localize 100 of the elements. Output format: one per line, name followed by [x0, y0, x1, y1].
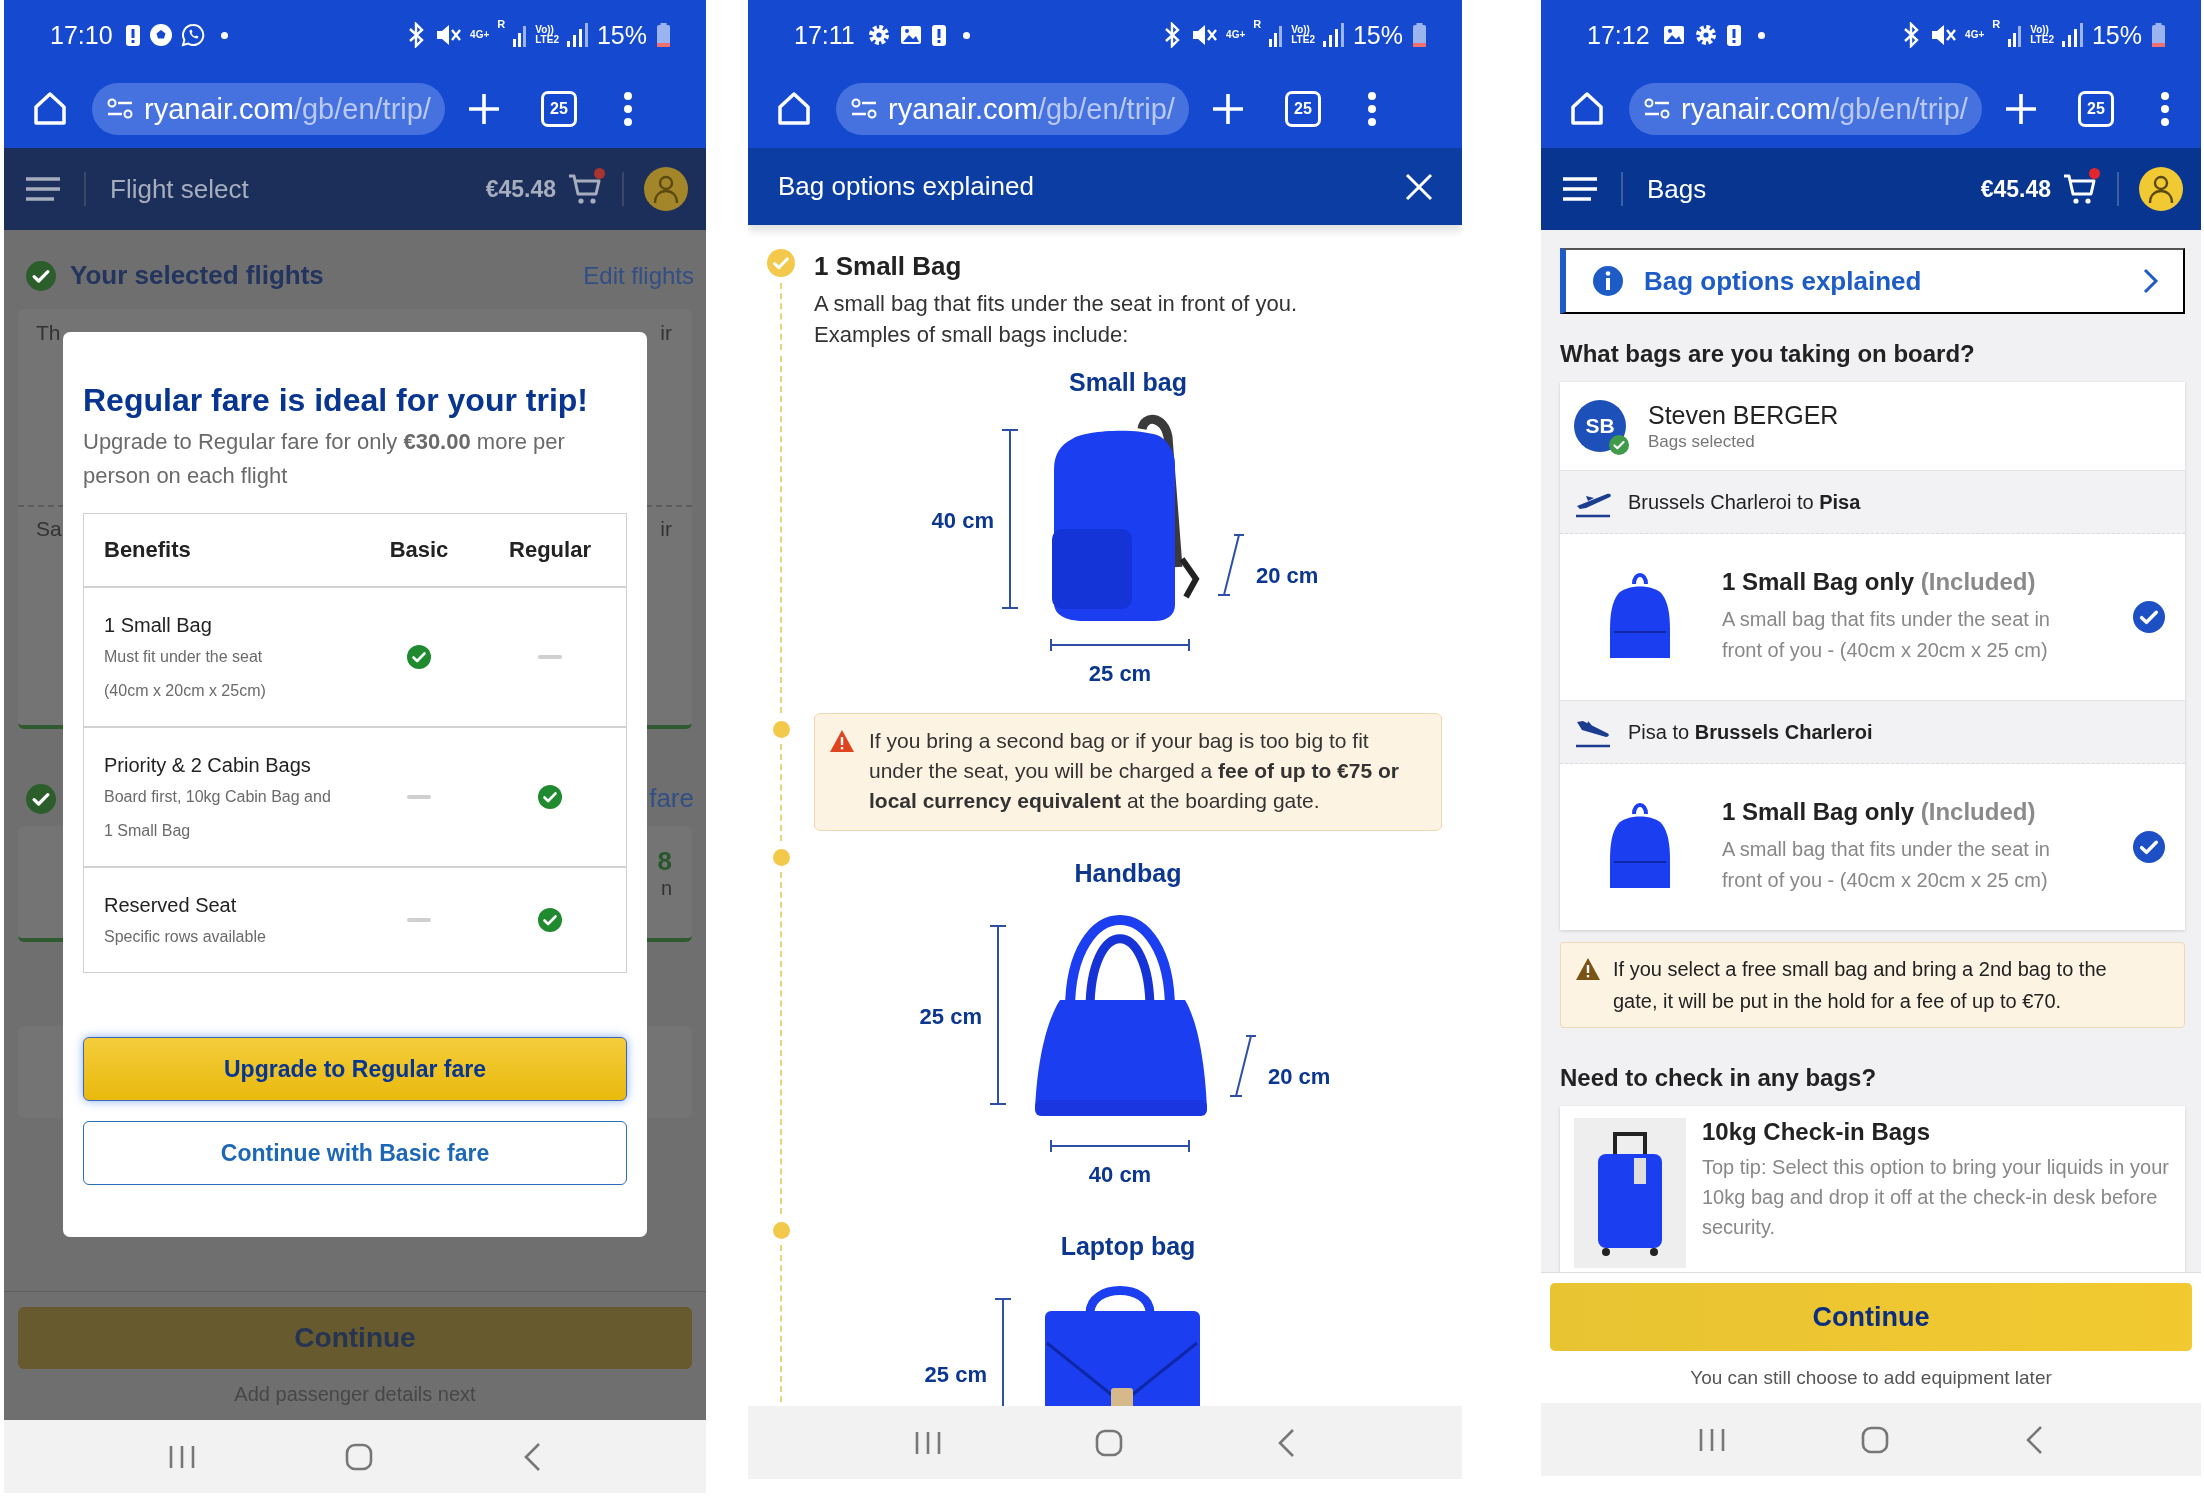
checkin-bag-card[interactable]: 10kg Check-in Bags Top tip: Select this option to bring your liquids in your 10kg bag and drop it off at the check-in desk before security. — [1560, 1106, 2185, 1272]
network-type: 4G+ — [470, 30, 490, 40]
battery-alert-icon — [930, 23, 947, 47]
tab-count[interactable]: 25 — [1284, 91, 1321, 127]
section-title: 1 Small Bag — [814, 251, 963, 282]
roaming-label: R — [1253, 18, 1262, 30]
address-bar[interactable]: ryanair.com/gb/en/trip/ — [836, 83, 1189, 135]
menu-icon[interactable] — [2159, 92, 2170, 126]
signal-icon — [566, 23, 589, 47]
timeline-dot — [772, 849, 790, 866]
fare-price-text: 8 — [657, 846, 672, 877]
plus-icon[interactable] — [2003, 92, 2038, 126]
dimension-line — [1228, 1034, 1258, 1098]
gear-icon — [866, 23, 891, 47]
page-title: Bags — [1647, 173, 1707, 205]
continue-button[interactable]: Continue — [1550, 1283, 2192, 1351]
option-title: 1 Small Bag only (Included) — [1722, 798, 2037, 826]
home-button-icon[interactable] — [1095, 1428, 1123, 1457]
home-button-icon[interactable] — [345, 1442, 373, 1471]
column-header: Regular — [509, 537, 591, 563]
image-icon — [1661, 23, 1686, 47]
column-header: Benefits — [103, 537, 192, 563]
route-text: Pisa to Brussels Charleroi — [1628, 720, 1873, 744]
timeline-dot — [772, 721, 790, 738]
info-icon — [1592, 265, 1624, 297]
signal-icon — [2008, 23, 2023, 47]
clock-time: 17:10 — [50, 20, 113, 50]
benefit-name: Reserved Seat — [104, 893, 238, 918]
dimension-label: 25 cm — [1088, 661, 1152, 687]
clock-time: 17:11 — [794, 20, 855, 50]
warning-icon — [1575, 957, 1601, 981]
sim-label: LTE2 — [2030, 35, 2054, 45]
bag-options-link[interactable]: Bag options explained — [1560, 248, 2185, 314]
benefit-detail: (40cm x 20cm x 25cm) — [104, 681, 267, 701]
image-icon — [898, 23, 923, 47]
option-description: A small bag that fits under the seat in front of you - (40cm x 20cm x 25 cm) — [1722, 607, 2051, 663]
plus-icon[interactable] — [466, 92, 501, 126]
basket-total: €45.48 — [485, 175, 556, 203]
bag-option[interactable]: 1 Small Bag only (Included) A small bag that fits under the seat in front of you - (40cm x 20cm x 25 cm) — [1560, 534, 2185, 700]
checkin-title: 10kg Check-in Bags — [1702, 1118, 1932, 1146]
hamburger-menu-icon[interactable] — [26, 176, 60, 202]
battery-alert-icon — [1725, 23, 1742, 47]
checkin-description: Top tip: Select this option to bring your liquids in your 10kg bag and drop it off at the check-in desk before security. — [1702, 1155, 2170, 1240]
check-icon — [767, 249, 795, 277]
dimension-label: 25 cm — [924, 1362, 987, 1388]
dimension-label: 25 cm — [919, 1004, 982, 1030]
account-icon[interactable] — [2139, 167, 2183, 211]
address-bar[interactable]: ryanair.com/gb/en/trip/ — [92, 83, 445, 135]
bag-title: Handbag — [1074, 859, 1182, 888]
battery-alert-icon — [124, 23, 141, 47]
route-text: Brussels Charleroi to Pisa — [1628, 490, 1861, 514]
benefit-detail: Board first, 10kg Cabin Bag and — [104, 787, 332, 807]
battery-percent: 15% — [596, 20, 647, 50]
site-settings-icon — [106, 98, 134, 120]
tab-count[interactable]: 25 — [540, 91, 577, 127]
fare-info-text: n — [660, 877, 672, 900]
flight-info-text: Th — [36, 321, 61, 345]
page-title: Flight select — [110, 173, 249, 205]
plus-icon[interactable] — [1210, 92, 1245, 126]
account-icon[interactable] — [644, 167, 688, 211]
more-notifications-dot — [962, 31, 970, 39]
option-title: 1 Small Bag only (Included) — [1722, 568, 2037, 596]
dimension-line — [1216, 533, 1246, 597]
mute-icon — [1190, 22, 1219, 48]
mute-icon — [434, 22, 463, 48]
check-icon — [26, 260, 56, 291]
menu-icon[interactable] — [622, 92, 633, 126]
signal-icon — [1269, 23, 1284, 47]
chat-icon — [180, 23, 205, 47]
passenger-avatar: SB — [1574, 400, 1626, 452]
network-type: 4G+ — [1226, 30, 1246, 40]
bag-option[interactable]: 1 Small Bag only (Included) A small bag that fits under the seat in front of you - (40cm x 20cm x 25 cm) — [1560, 764, 2185, 930]
menu-icon[interactable] — [1366, 92, 1377, 126]
section-title: Your selected flights — [70, 260, 325, 291]
upgrade-button[interactable]: Upgrade to Regular fare — [83, 1037, 627, 1101]
more-notifications-dot — [220, 31, 228, 39]
dimension-label: 40 cm — [931, 508, 994, 534]
home-button-icon[interactable] — [1861, 1425, 1889, 1454]
ball-icon — [148, 23, 173, 47]
footer-note: You can still choose to add equipment later — [1690, 1367, 2052, 1389]
address-bar[interactable]: ryanair.com/gb/en/trip/ — [1629, 83, 1982, 135]
bag-title: Small bag — [1068, 368, 1188, 397]
option-description: A small bag that fits under the seat in front of you - (40cm x 20cm x 25 cm) — [1722, 837, 2051, 893]
dialog-subtitle: Upgrade to Regular fare for only €30.00 more per person on each flight — [83, 428, 566, 490]
battery-icon — [2152, 23, 2165, 47]
battery-percent: 15% — [2091, 20, 2142, 50]
flight-info-text: ir — [660, 517, 672, 541]
roaming-label: R — [1992, 18, 2001, 30]
url-text: ryanair.com/gb/en/trip/ — [888, 92, 1175, 126]
battery-icon — [657, 23, 670, 47]
flight-info-text: Sa — [36, 517, 62, 541]
section-description: A small bag that fits under the seat in front of you. Examples of small bags include: — [814, 290, 1299, 349]
roaming-label: R — [497, 18, 506, 30]
tab-count[interactable]: 25 — [2077, 91, 2114, 127]
continue-basic-button[interactable]: Continue with Basic fare — [83, 1121, 627, 1185]
gear-icon — [1693, 23, 1718, 47]
warning-text: If you select a free small bag and bring a 2nd bag to the gate, it will be put in the hold for a fee of up to €70. — [1613, 957, 2108, 1014]
signal-icon — [2061, 23, 2084, 47]
benefit-detail: Specific rows available — [104, 927, 267, 947]
more-notifications-dot — [1757, 31, 1765, 39]
